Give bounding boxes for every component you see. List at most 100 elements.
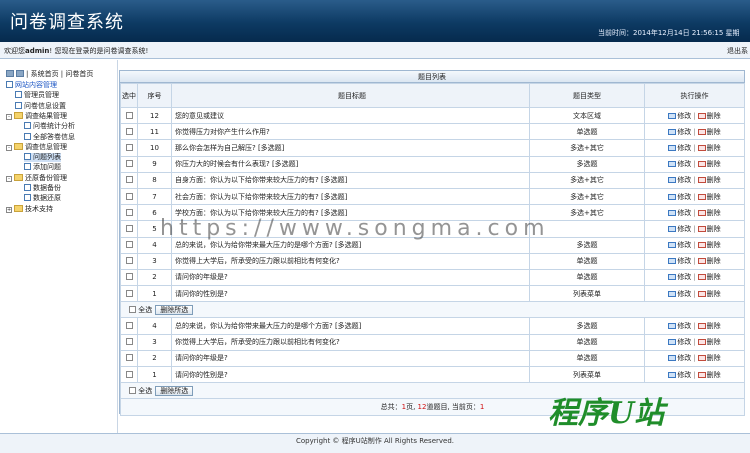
- edit-button[interactable]: 修改: [668, 371, 691, 379]
- delete-button[interactable]: 删除: [697, 354, 721, 362]
- row-checkbox[interactable]: [125, 322, 133, 330]
- delete-button[interactable]: 删除: [697, 144, 721, 152]
- tree-item[interactable]: - 调查信息管理: [6, 142, 67, 152]
- delete-button[interactable]: 删除: [697, 176, 721, 184]
- edit-button[interactable]: 修改: [668, 225, 691, 233]
- collapse-icon[interactable]: -: [6, 113, 12, 120]
- edit-button[interactable]: 修改: [668, 112, 691, 120]
- edit-button[interactable]: 修改: [668, 354, 691, 362]
- edit-button[interactable]: 修改: [668, 273, 691, 281]
- collapse-icon[interactable]: -: [6, 175, 12, 182]
- edit-button[interactable]: 修改: [668, 193, 691, 201]
- delete-selected-button[interactable]: 删除所选: [155, 304, 194, 315]
- page-icon: [15, 101, 22, 109]
- tree-item[interactable]: 数据备份: [24, 184, 61, 193]
- delete-button[interactable]: 删除: [697, 371, 721, 379]
- sidebar: | 系统首页 | 问卷首页 网站内容管理管理员管理 问卷信息设置 - 调查结果管理 问卷…: [0, 60, 118, 433]
- table-row: 3 你觉得上大学后，所承受的压力跟以前相比有何变化? 单选题 修改 | 删除: [120, 252, 745, 270]
- delete-icon: [697, 339, 706, 346]
- row-checkbox[interactable]: [125, 192, 133, 200]
- tree-item[interactable]: + 技术支持: [6, 204, 53, 214]
- edit-button[interactable]: 修改: [668, 241, 691, 249]
- tree-item[interactable]: 问题列表: [24, 153, 61, 163]
- tree-item-label: 还原备份管理: [25, 173, 67, 182]
- delete-button[interactable]: 删除: [697, 209, 721, 217]
- folder-icon: [14, 204, 23, 212]
- select-all-checkbox[interactable]: [129, 305, 136, 313]
- delete-button[interactable]: 删除: [697, 225, 721, 233]
- select-all-checkbox-bottom[interactable]: [129, 386, 136, 394]
- row-checkbox[interactable]: [125, 111, 133, 119]
- folder-icon: [14, 111, 23, 119]
- row-checkbox[interactable]: [125, 143, 133, 151]
- delete-button[interactable]: 删除: [697, 290, 721, 298]
- page-icon: [24, 163, 31, 171]
- delete-button[interactable]: 删除: [697, 241, 721, 249]
- edit-button[interactable]: 修改: [668, 128, 691, 136]
- collapse-icon[interactable]: -: [6, 144, 12, 151]
- delete-button[interactable]: 删除: [697, 273, 721, 281]
- expand-icon[interactable]: +: [6, 206, 12, 213]
- row-checkbox[interactable]: [125, 370, 133, 378]
- row-checkbox[interactable]: [125, 160, 133, 168]
- table-row: 1 请问你的性别是? 列表菜单 修改 | 删除: [120, 365, 745, 384]
- delete-button[interactable]: 删除: [697, 128, 721, 136]
- row-checkbox[interactable]: [125, 127, 133, 135]
- tree-item-label: 网站内容管理: [15, 81, 57, 89]
- edit-button[interactable]: 修改: [668, 322, 691, 330]
- row-checkbox[interactable]: [125, 273, 133, 281]
- tree-item[interactable]: 添加问题: [24, 163, 61, 172]
- edit-button[interactable]: 修改: [668, 160, 691, 168]
- delete-icon: [697, 193, 706, 200]
- edit-icon: [668, 355, 677, 362]
- delete-button[interactable]: 删除: [697, 257, 721, 265]
- row-checkbox[interactable]: [125, 289, 133, 297]
- page-icon: [24, 122, 31, 130]
- edit-button[interactable]: 修改: [668, 257, 691, 265]
- row-type: 多选+其它: [529, 139, 645, 157]
- delete-button[interactable]: 删除: [697, 193, 721, 201]
- row-checkbox[interactable]: [125, 257, 133, 265]
- home-icon: [6, 70, 14, 77]
- table-row: 8 自身方面：你认为以下给你带来较大压力的有? [多选题] 多选+其它 修改 | 删除: [120, 171, 745, 189]
- delete-button[interactable]: 删除: [697, 112, 721, 120]
- edit-button[interactable]: 修改: [668, 144, 691, 152]
- row-no: 8: [137, 171, 172, 189]
- nav-icon: [16, 70, 24, 77]
- tree-item-label: 管理员管理: [24, 91, 59, 100]
- row-checkbox[interactable]: [125, 338, 133, 346]
- edit-button[interactable]: 修改: [668, 290, 691, 298]
- tree-item[interactable]: 问卷信息设置: [15, 101, 66, 111]
- tree-item[interactable]: 全部答卷信息: [24, 132, 75, 142]
- delete-button[interactable]: 删除: [697, 160, 721, 168]
- delete-icon: [697, 242, 706, 249]
- edit-icon: [668, 225, 677, 232]
- row-checkbox[interactable]: [125, 241, 133, 249]
- delete-icon: [697, 225, 706, 232]
- row-type: 单选题: [529, 123, 645, 141]
- row-checkbox[interactable]: [125, 224, 133, 232]
- tree-item[interactable]: 问卷统计分析: [24, 122, 75, 131]
- delete-button[interactable]: 删除: [697, 338, 721, 346]
- top-links-text[interactable]: | 系统首页 | 问卷首页: [26, 70, 93, 78]
- tree-item[interactable]: 数据还原: [24, 194, 61, 203]
- edit-button[interactable]: 修改: [668, 209, 691, 217]
- delete-selected-button-bottom[interactable]: 删除所选: [155, 385, 194, 396]
- table-row: 9 你压力大的时候会有什么表现? [多选题] 多选题 修改 | 删除: [120, 155, 745, 173]
- edit-button[interactable]: 修改: [668, 338, 691, 346]
- sidebar-top-links: | 系统首页 | 问卷首页: [6, 69, 93, 79]
- table-row: 3 你觉得上大学后，所承受的压力跟以前相比有何变化? 单选题 修改 | 删除: [120, 333, 745, 351]
- tree-item[interactable]: 管理员管理: [15, 91, 59, 100]
- tree-item[interactable]: - 还原备份管理: [6, 173, 67, 183]
- app-title: 问卷调查系统: [10, 12, 124, 33]
- delete-button[interactable]: 删除: [697, 322, 721, 330]
- edit-icon: [668, 258, 677, 265]
- edit-button[interactable]: 修改: [668, 176, 691, 184]
- row-checkbox[interactable]: [125, 176, 133, 184]
- logout-link[interactable]: 退出系: [727, 46, 748, 56]
- tree-item[interactable]: 网站内容管理: [6, 81, 57, 90]
- tree-item[interactable]: - 调查结果管理: [6, 111, 67, 121]
- table-row: 10 那么你会怎样为自己解压? [多选题] 多选+其它 修改 | 删除: [120, 139, 745, 157]
- row-checkbox[interactable]: [125, 208, 133, 216]
- row-checkbox[interactable]: [125, 354, 133, 362]
